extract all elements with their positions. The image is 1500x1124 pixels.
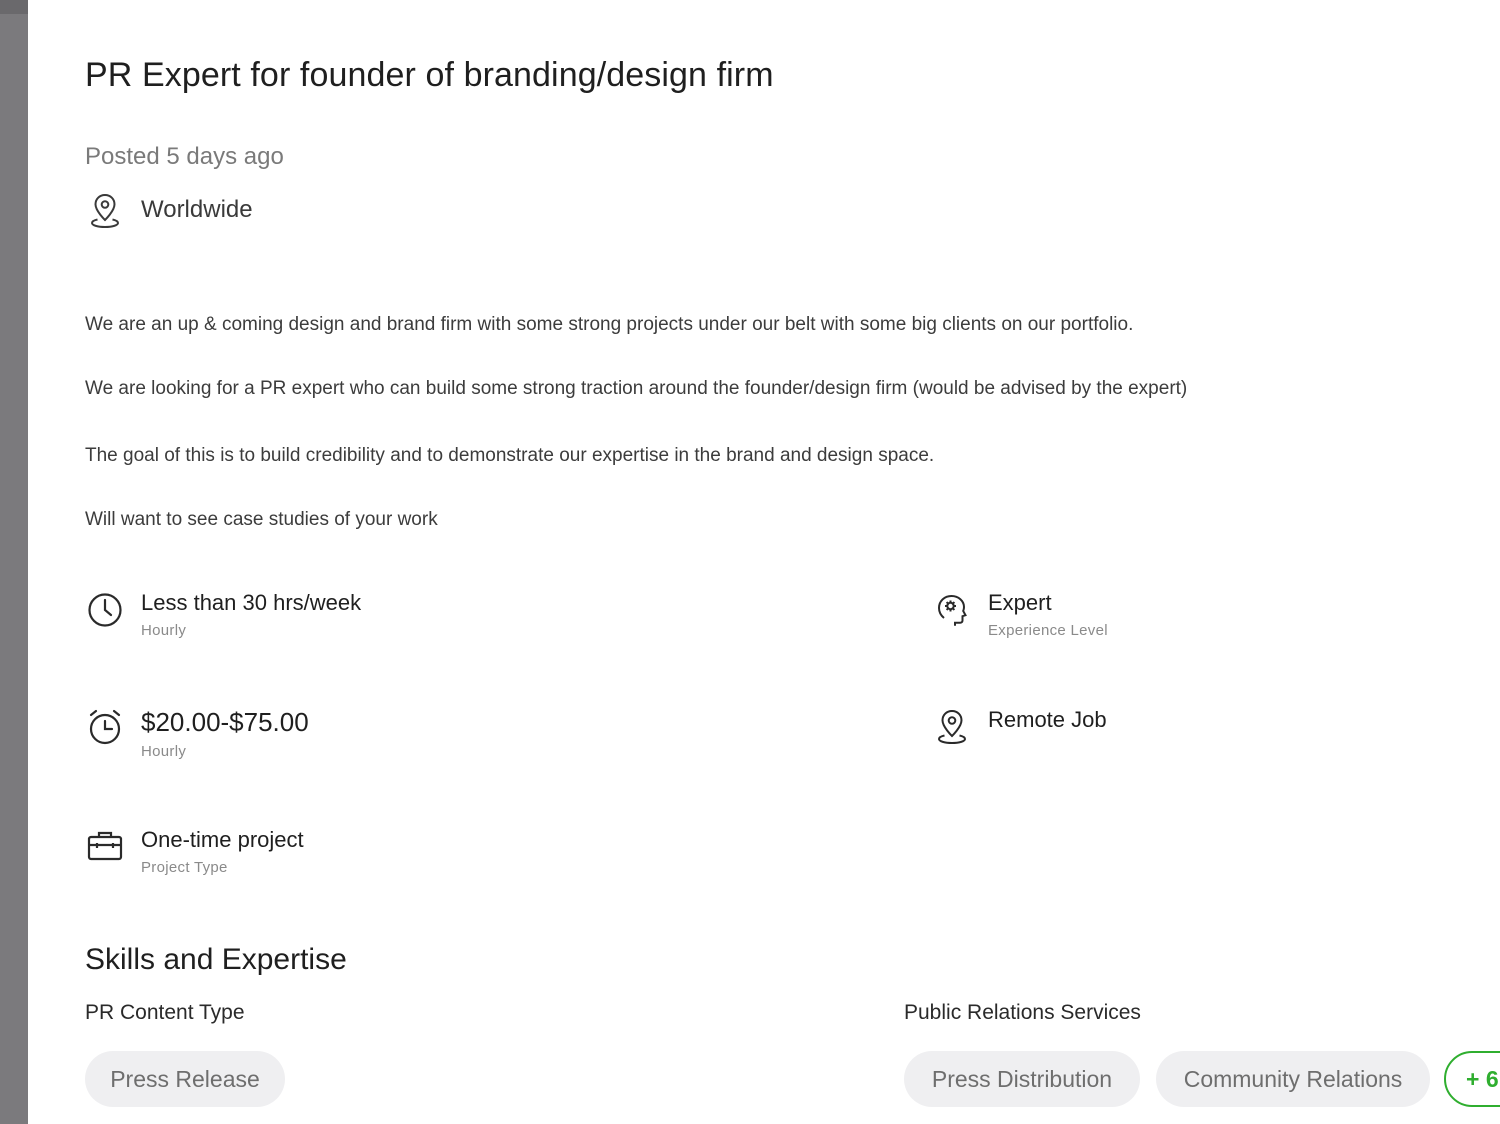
skill-chip-press-release[interactable]: Press Release — [85, 1051, 285, 1107]
skill-group-title: PR Content Type — [85, 1001, 245, 1024]
briefcase-icon — [85, 827, 125, 867]
skills-section-title: Skills and Expertise — [85, 943, 347, 976]
more-skills-button[interactable]: + 6 — [1444, 1051, 1500, 1107]
remote-value: Remote Job — [988, 707, 1107, 732]
feature-rate: $20.00-$75.00 Hourly — [85, 707, 309, 760]
location-label: Worldwide — [141, 196, 253, 223]
clock-icon — [85, 590, 125, 630]
stopwatch-icon — [85, 707, 125, 747]
skill-chip-community-relations[interactable]: Community Relations — [1156, 1051, 1430, 1107]
hours-value: Less than 30 hrs/week — [141, 590, 362, 615]
posted-date: Posted 5 days ago — [85, 143, 284, 170]
description-paragraph: Will want to see case studies of your wo… — [85, 509, 438, 530]
description-paragraph: We are an up & coming design and brand f… — [85, 314, 1134, 335]
job-details-panel: PR Expert for founder of branding/design… — [28, 0, 1500, 1124]
brain-gear-icon — [932, 590, 972, 630]
skill-chip-press-distribution[interactable]: Press Distribution — [904, 1051, 1140, 1107]
feature-remote: Remote Job — [932, 707, 1107, 747]
hours-label: Hourly — [141, 622, 187, 639]
location-pin-icon — [85, 190, 125, 230]
project-type-label: Project Type — [141, 859, 228, 876]
experience-value: Expert — [988, 590, 1052, 615]
left-overlay-bar — [0, 0, 28, 1124]
description-paragraph: We are looking for a PR expert who can b… — [85, 378, 1188, 399]
skill-group-title: Public Relations Services — [904, 1001, 1141, 1024]
rate-label: Hourly — [141, 743, 187, 760]
feature-hours: Less than 30 hrs/week Hourly — [85, 590, 361, 639]
feature-experience: Expert Experience Level — [932, 590, 1108, 639]
job-title: PR Expert for founder of branding/design… — [85, 56, 774, 94]
project-type-value: One-time project — [141, 827, 304, 852]
job-location: Worldwide — [85, 190, 253, 230]
description-paragraph: The goal of this is to build credibility… — [85, 445, 935, 466]
location-pin-icon — [932, 707, 972, 747]
rate-value: $20.00-$75.00 — [141, 707, 309, 737]
experience-label: Experience Level — [988, 622, 1108, 639]
feature-project-type: One-time project Project Type — [85, 827, 304, 876]
